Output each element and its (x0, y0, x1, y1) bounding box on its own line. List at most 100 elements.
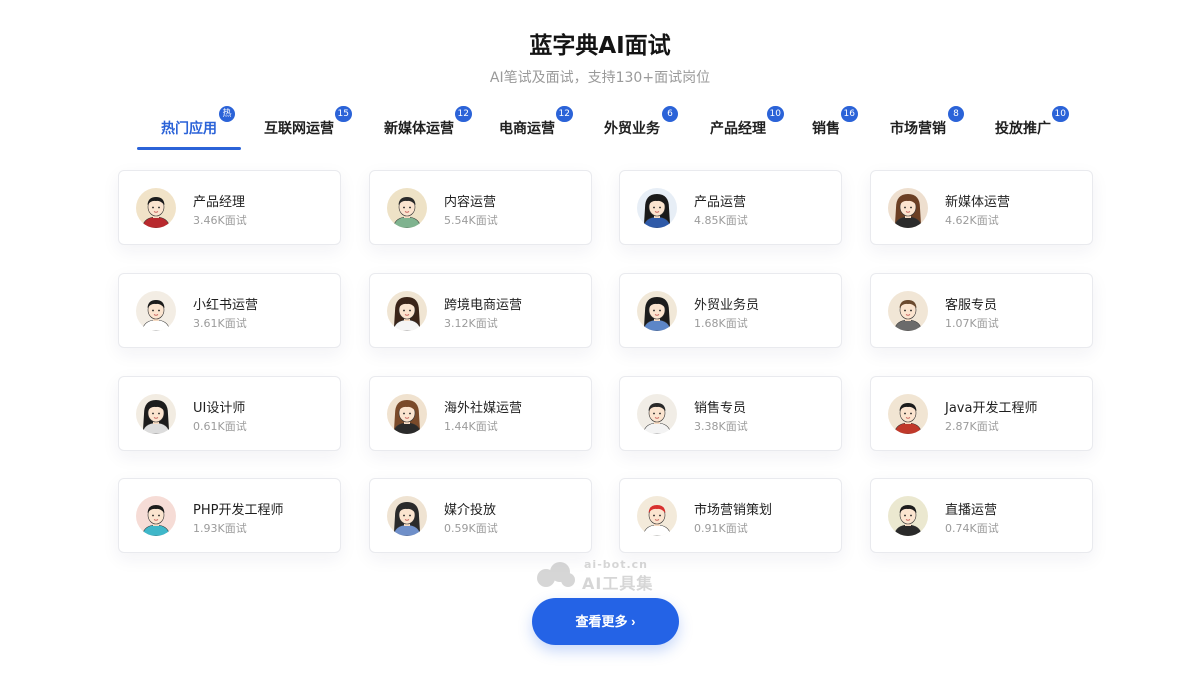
interview-count: 1.68K面试 (694, 317, 748, 330)
position-card[interactable]: 直播运营 0.74K面试 (870, 478, 1093, 553)
position-card[interactable]: 跨境电商运营 3.12K面试 (369, 273, 592, 348)
tab-count-badge: 8 (948, 106, 964, 122)
tab-2[interactable]: 新媒体运营 12 (372, 104, 472, 150)
tab-count-badge: 10 (766, 106, 784, 122)
interview-count: 0.59K面试 (444, 522, 498, 535)
tab-8[interactable]: 投放推广 10 (983, 104, 1069, 150)
card-title: 市场营销策划 (694, 503, 773, 518)
card-title: Java开发工程师 (945, 401, 1038, 416)
category-tabs: 热门应用热互联网运营 15 新媒体运营 12 电商运营 12 外贸业务 6 产品经理 10 销售 16… (0, 104, 1200, 152)
avatar (888, 291, 928, 331)
tab-label: 投放推广 10 (995, 106, 1069, 138)
card-title: 外贸业务员 (694, 298, 760, 313)
avatar (637, 291, 677, 331)
tab-label: 产品经理 10 (710, 106, 784, 138)
active-tab-underline (137, 147, 241, 150)
interview-count: 3.61K面试 (193, 317, 247, 330)
avatar (387, 394, 427, 434)
page-title: 蓝字典AI面试 (529, 33, 671, 59)
interview-count: 0.74K面试 (945, 522, 999, 535)
tab-label-text: 销售 (812, 121, 840, 137)
tab-label-text: 互联网运营 (264, 121, 334, 137)
position-card[interactable]: 产品运营 4.85K面试 (619, 170, 842, 245)
tab-4[interactable]: 外贸业务 6 (592, 104, 678, 150)
tab-7[interactable]: 市场营销 8 (878, 104, 964, 150)
tab-1[interactable]: 互联网运营 15 (252, 104, 352, 150)
tab-count-badge: 6 (662, 106, 678, 122)
tab-label: 外贸业务 6 (604, 106, 678, 138)
interview-count: 1.93K面试 (193, 522, 247, 535)
page-subtitle: AI笔试及面试，支持130+面试岗位 (489, 70, 711, 86)
tab-label-text: 新媒体运营 (384, 121, 454, 137)
tab-count-badge: 15 (334, 106, 352, 122)
position-card[interactable]: 客服专员 1.07K面试 (870, 273, 1093, 348)
position-card[interactable]: UI设计师 0.61K面试 (118, 376, 341, 451)
avatar (136, 394, 176, 434)
tab-6[interactable]: 销售 16 (800, 104, 858, 150)
interview-count: 4.62K面试 (945, 214, 999, 227)
tab-label: 电商运营 12 (499, 106, 573, 138)
tab-0[interactable]: 热门应用热 (137, 104, 241, 150)
position-card[interactable]: 销售专员 3.38K面试 (619, 376, 842, 451)
avatar (888, 394, 928, 434)
card-title: 媒介投放 (444, 503, 497, 518)
position-card[interactable]: 内容运营 5.54K面试 (369, 170, 592, 245)
position-card[interactable]: 外贸业务员 1.68K面试 (619, 273, 842, 348)
interview-count: 3.12K面试 (444, 317, 498, 330)
tab-label: 销售 16 (812, 106, 858, 138)
avatar (136, 188, 176, 228)
tab-label-text: 外贸业务 (604, 121, 660, 137)
card-title: 海外社媒运营 (444, 401, 523, 416)
card-title: 销售专员 (694, 401, 747, 416)
card-title: 产品经理 (193, 195, 246, 210)
card-title: 跨境电商运营 (444, 298, 523, 313)
position-card[interactable]: 市场营销策划 0.91K面试 (619, 478, 842, 553)
card-title: UI设计师 (193, 401, 246, 416)
position-card[interactable]: 媒介投放 0.59K面试 (369, 478, 592, 553)
interview-count: 4.85K面试 (694, 214, 748, 227)
avatar (136, 291, 176, 331)
avatar (637, 496, 677, 536)
watermark: ai-bot.cn AI工具集 (532, 556, 672, 593)
avatar (637, 394, 677, 434)
avatar (888, 188, 928, 228)
tab-count-badge: 热 (219, 106, 235, 122)
interview-count: 2.87K面试 (945, 420, 999, 433)
watermark-name: AI工具集 (582, 574, 654, 593)
tab-count-badge: 12 (454, 106, 472, 122)
view-more-button[interactable]: 查看更多 › (532, 598, 679, 645)
card-title: 客服专员 (945, 298, 998, 313)
interview-count: 0.61K面试 (193, 420, 247, 433)
tab-count-badge: 16 (840, 106, 858, 122)
card-title: 产品运营 (694, 195, 747, 210)
avatar (387, 496, 427, 536)
interview-count: 5.54K面试 (444, 214, 498, 227)
interview-count: 1.07K面试 (945, 317, 999, 330)
tab-count-badge: 10 (1051, 106, 1069, 122)
tab-label-text: 产品经理 (710, 121, 766, 137)
tab-label-text: 投放推广 (995, 121, 1051, 137)
tab-label: 热门应用热 (161, 106, 235, 138)
position-card[interactable]: 新媒体运营 4.62K面试 (870, 170, 1093, 245)
position-card[interactable]: Java开发工程师 2.87K面试 (870, 376, 1093, 451)
card-title: PHP开发工程师 (193, 503, 284, 518)
avatar (637, 188, 677, 228)
tab-3[interactable]: 电商运营 12 (487, 104, 573, 150)
interview-count: 3.38K面试 (694, 420, 748, 433)
card-title: 内容运营 (444, 195, 497, 210)
avatar (387, 291, 427, 331)
interview-count: 3.46K面试 (193, 214, 247, 227)
watermark-logo-icon (537, 562, 575, 587)
position-card[interactable]: 小红书运营 3.61K面试 (118, 273, 341, 348)
avatar (888, 496, 928, 536)
position-card[interactable]: 海外社媒运营 1.44K面试 (369, 376, 592, 451)
position-card[interactable]: PHP开发工程师 1.93K面试 (118, 478, 341, 553)
interview-count: 1.44K面试 (444, 420, 498, 433)
interview-count: 0.91K面试 (694, 522, 748, 535)
tab-label-text: 市场营销 (890, 121, 946, 137)
card-title: 直播运营 (945, 503, 998, 518)
avatar (387, 188, 427, 228)
position-card[interactable]: 产品经理 3.46K面试 (118, 170, 341, 245)
tab-label: 新媒体运营 12 (384, 106, 472, 138)
tab-5[interactable]: 产品经理 10 (698, 104, 784, 150)
